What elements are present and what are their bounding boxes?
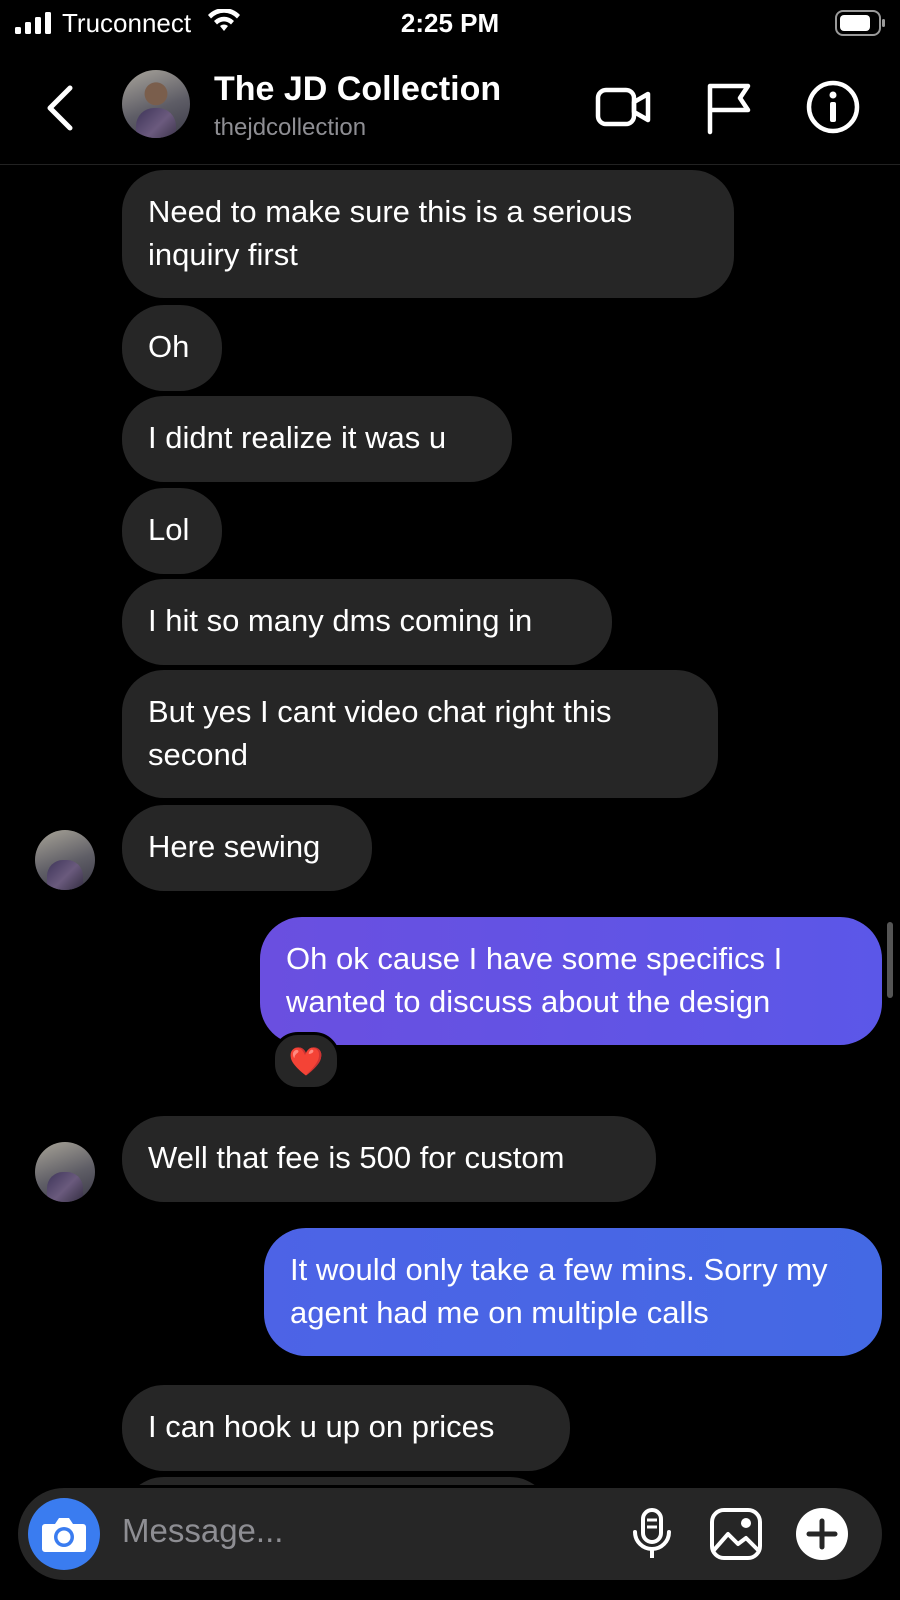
message-bubble-received[interactable]: I didnt realize it was u [122,396,512,482]
message-bubble-received[interactable]: Oh [122,305,222,391]
message-bubble-received[interactable]: I hit so many dms coming in [122,579,612,665]
video-call-icon[interactable] [594,78,652,136]
contact-username[interactable]: thejdcollection [214,114,366,142]
contact-name[interactable]: The JD Collection [214,70,501,109]
message-bubble-sent[interactable]: It would only take a few mins. Sorry my … [264,1228,882,1356]
message-bubble-received[interactable]: Well that fee is 500 for custom [122,1116,656,1202]
flag-icon[interactable] [700,78,758,136]
message-bubble-partial [122,1477,552,1485]
message-bubble-sent[interactable]: Oh ok cause I have some specifics I want… [260,917,882,1045]
add-icon[interactable] [794,1506,850,1562]
message-bubble-received[interactable]: But yes I cant video chat right this sec… [122,670,718,798]
info-icon[interactable] [804,78,862,136]
back-chevron-icon[interactable] [40,80,80,136]
heart-reaction-icon[interactable]: ❤️ [272,1032,340,1090]
scrollbar[interactable] [887,922,893,998]
clock: 2:25 PM [400,8,500,38]
status-bar: Truconnect 2:25 PM [0,0,900,48]
gallery-icon[interactable] [708,1506,764,1562]
message-composer[interactable]: Message... [18,1488,882,1580]
message-thread[interactable]: Need to make sure this is a serious inqu… [0,165,900,1485]
contact-avatar-small[interactable] [35,1142,95,1202]
message-bubble-received[interactable]: Need to make sure this is a serious inqu… [122,170,734,298]
message-bubble-received[interactable]: I can hook u up on prices [122,1385,570,1471]
message-bubble-received[interactable]: Lol [122,488,222,574]
contact-avatar[interactable] [122,70,190,138]
chat-header: The JD Collection thejdcollection [0,56,900,165]
message-input[interactable]: Message... [122,1512,283,1550]
microphone-icon[interactable] [624,1506,680,1562]
contact-avatar-small[interactable] [35,830,95,890]
battery-icon [835,10,885,36]
camera-button[interactable] [28,1498,100,1570]
message-bubble-received[interactable]: Here sewing [122,805,372,891]
camera-icon [42,1518,86,1552]
